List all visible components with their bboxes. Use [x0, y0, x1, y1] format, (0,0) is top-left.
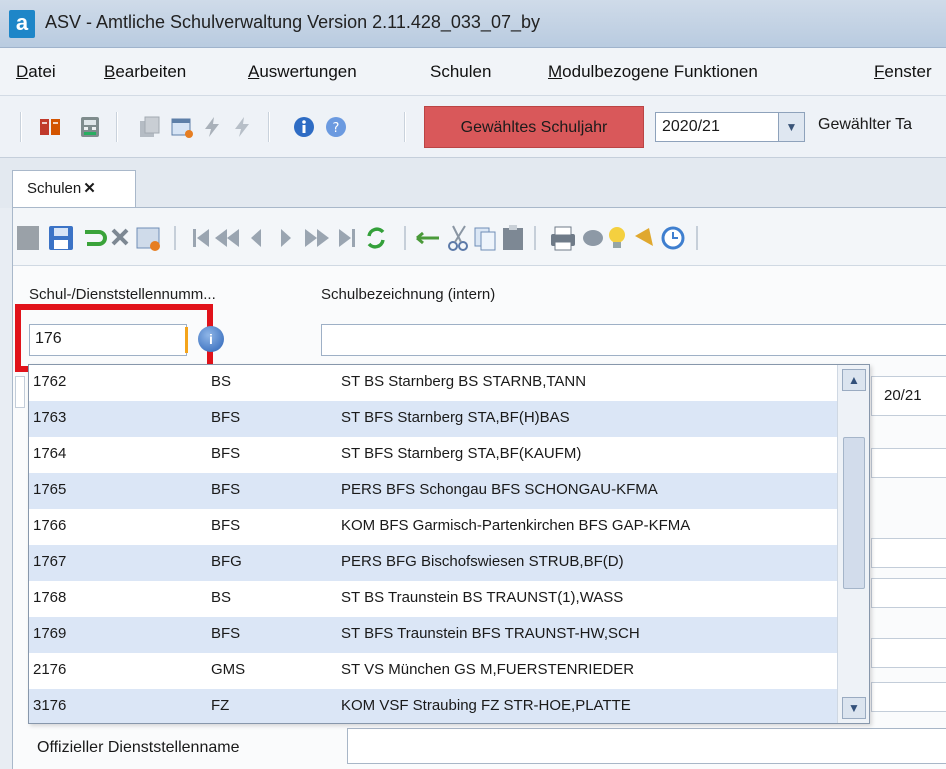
paste-icon: [503, 228, 523, 250]
books-icon[interactable]: [38, 115, 62, 139]
background-year-value: 20/21: [884, 387, 922, 404]
lightning-alt-icon[interactable]: [230, 115, 254, 139]
list-item[interactable]: 1768 BS ST BS Traunstein BS TRAUNST(1),WAS…: [29, 581, 837, 617]
list-item[interactable]: 1766 BFS KOM BFS Garmisch-Partenkirchen BF…: [29, 509, 837, 545]
school-number-label: Schul-/Dienststellennumm...: [29, 286, 216, 303]
navigation-icons: [193, 229, 355, 247]
toolbar-separator: [404, 112, 406, 142]
list-scrollbar[interactable]: ▲ ▼: [837, 365, 869, 723]
toolbar-separator: [20, 112, 22, 142]
official-name-input[interactable]: [347, 728, 946, 764]
background-field: [871, 538, 946, 568]
list-item[interactable]: 1763 BFS ST BFS Starnberg STA,BF(H)BAS: [29, 401, 837, 437]
menu-auswertungen[interactable]: Auswertungen: [248, 62, 357, 82]
scroll-down-icon[interactable]: ▼: [842, 697, 866, 719]
highlight-annotation: [15, 304, 213, 372]
main-toolbar: ? Gewähltes Schuljahr 2020/21 ▼ Gewählte…: [0, 96, 946, 158]
official-name-label: Offizieller Dienststellenname: [37, 739, 240, 756]
background-field: [871, 682, 946, 712]
window-add-icon[interactable]: [170, 115, 194, 139]
window-title: ASV - Amtliche Schulverwaltung Version 2…: [45, 12, 540, 32]
background-year-field: 20/21: [871, 376, 946, 416]
delete-icon: [111, 228, 129, 246]
lightbulb-icon: [609, 227, 625, 248]
school-autocomplete-list[interactable]: 1762 BS ST BS Starnberg BS STARNB,TANN 176…: [28, 364, 870, 724]
lightning-icon[interactable]: [200, 115, 224, 139]
list-item[interactable]: 1765 BFS PERS BFS Schongau BFS SCHONGAU-KF…: [29, 473, 837, 509]
record-toolbar: [13, 208, 946, 266]
selected-school-year-button[interactable]: Gewähltes Schuljahr: [424, 106, 644, 148]
menu-modulbezogene-funktionen[interactable]: Modulbezogene Funktionen: [548, 62, 758, 82]
menu-datei[interactable]: Datei: [16, 62, 56, 82]
menu-fenster[interactable]: Fenster: [874, 62, 932, 82]
menu-schulen[interactable]: Schulen: [430, 62, 491, 82]
title-bar: a ASV - Amtliche Schulverwaltung Version…: [0, 0, 946, 48]
undo-icon: [85, 230, 107, 246]
scrollbar-thumb[interactable]: [843, 437, 865, 589]
background-field: [871, 578, 946, 608]
close-icon[interactable]: ✕: [83, 180, 96, 197]
school-year-select[interactable]: 2020/21 ▼: [655, 112, 805, 142]
list-item[interactable]: 1769 BFS ST BFS Traunstein BFS TRAUNST-HW,…: [29, 617, 837, 653]
toolbar-separator: [116, 112, 118, 142]
disk-icon: [583, 230, 603, 246]
list-item[interactable]: 1764 BFS ST BFS Starnberg STA,BF(KAUFM): [29, 437, 837, 473]
tab-schulen[interactable]: Schulen ✕: [12, 170, 136, 210]
refresh-icon: [367, 227, 385, 249]
chevron-down-icon[interactable]: ▼: [778, 113, 804, 141]
list-item[interactable]: 1762 BS ST BS Starnberg BS STARNB,TANN: [29, 365, 837, 401]
background-field: [15, 376, 25, 408]
school-name-label: Schulbezeichnung (intern): [321, 286, 496, 303]
arrow-left-icon: [416, 231, 439, 245]
app-logo: a: [9, 10, 35, 38]
menu-bearbeiten[interactable]: Bearbeiten: [104, 62, 186, 82]
list-item[interactable]: 3176 FZ KOM VSF Straubing FZ STR-HOE,PLATT…: [29, 689, 837, 723]
copy-disabled-icon[interactable]: [138, 115, 162, 139]
menu-bar: Datei Bearbeiten Auswertungen Schulen Mo…: [0, 48, 946, 96]
help-icon[interactable]: ?: [324, 115, 348, 139]
info-icon[interactable]: [292, 115, 316, 139]
school-name-input[interactable]: [321, 324, 946, 356]
calculator-icon[interactable]: [78, 115, 102, 139]
bell-icon: [635, 228, 653, 246]
selected-day-label: Gewählter Ta: [818, 116, 912, 133]
list-item[interactable]: 2176 GMS ST VS München GS M,FUERSTENRIEDER: [29, 653, 837, 689]
tab-label: Schulen: [27, 180, 82, 197]
print-icon: [551, 226, 575, 251]
info-icon[interactable]: i: [198, 326, 224, 352]
toolbar-separator: [268, 112, 270, 142]
clock-icon: [661, 226, 685, 250]
scissors-icon: [448, 225, 468, 251]
background-field: [871, 638, 946, 668]
list-item[interactable]: 1767 BFG PERS BFG Bischofswiesen STRUB,BF(…: [29, 545, 837, 581]
background-field: [871, 448, 946, 478]
scroll-up-icon[interactable]: ▲: [842, 369, 866, 391]
tab-strip: Schulen ✕: [0, 158, 946, 210]
school-year-value: 2020/21: [662, 118, 720, 135]
record-toolbar-icons: [17, 225, 698, 251]
svg-text:?: ?: [333, 121, 340, 136]
new-doc-icon: [17, 226, 39, 250]
